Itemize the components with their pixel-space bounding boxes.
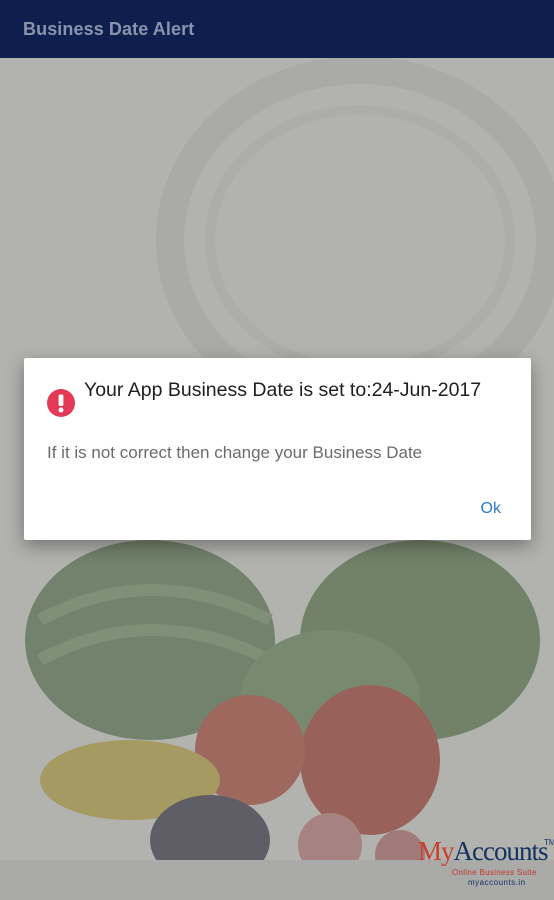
app-bar-title: Business Date Alert [23, 18, 195, 39]
dialog-message: If it is not correct then change your Bu… [47, 443, 423, 462]
business-date-alert-dialog: Your App Business Date is set to:24-Jun-… [24, 358, 531, 540]
logo-wordmark: MyAccounts [418, 836, 548, 867]
logo-brand-prefix: My [418, 836, 455, 866]
logo-tagline: Online Business Suite [452, 868, 537, 877]
alert-circle-icon [47, 389, 75, 417]
logo-brand-suffix: Accounts [453, 836, 549, 866]
logo-trademark: TM [544, 838, 554, 847]
app-screen: Business Date Alert Your App Business Da… [0, 0, 554, 900]
myaccounts-logo: MyAccounts TM Online Business Suite myac… [418, 836, 554, 898]
dialog-title: Your App Business Date is set to:24-Jun-… [84, 379, 482, 401]
app-bar: Business Date Alert [0, 0, 554, 58]
ok-button[interactable]: Ok [481, 500, 501, 518]
logo-url: myaccounts.in [468, 878, 526, 887]
